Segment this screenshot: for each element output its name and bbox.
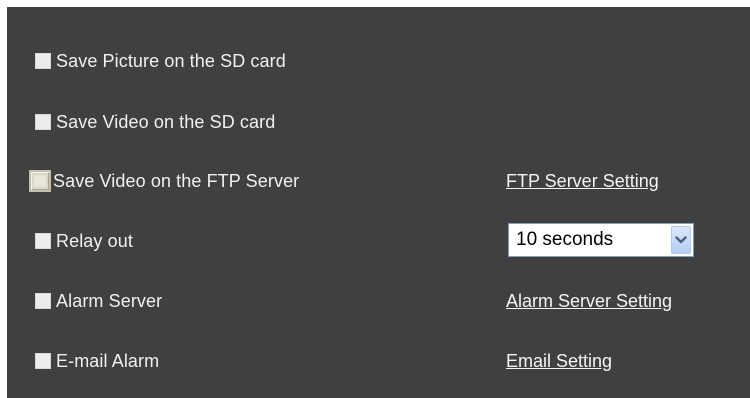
chevron-down-icon bbox=[675, 236, 687, 244]
email-alarm-option[interactable]: E-mail Alarm bbox=[35, 341, 159, 381]
option-row-email-alarm: E-mail Alarm Email Setting bbox=[7, 341, 750, 381]
save-picture-sd-option[interactable]: Save Picture on the SD card bbox=[35, 41, 286, 81]
alarm-server-setting-link[interactable]: Alarm Server Setting bbox=[506, 281, 672, 321]
relay-duration-select[interactable]: 10 seconds bbox=[508, 223, 694, 257]
save-video-sd-checkbox[interactable] bbox=[35, 114, 51, 130]
alarm-server-label: Alarm Server bbox=[56, 290, 163, 311]
save-video-ftp-checkbox[interactable] bbox=[29, 170, 51, 192]
save-video-sd-label: Save Video on the SD card bbox=[56, 111, 276, 132]
relay-out-checkbox[interactable] bbox=[35, 233, 51, 249]
email-setting-link[interactable]: Email Setting bbox=[506, 341, 612, 381]
relay-out-option[interactable]: Relay out bbox=[35, 221, 133, 261]
save-video-ftp-option[interactable]: Save Video on the FTP Server bbox=[29, 161, 300, 201]
email-alarm-checkbox[interactable] bbox=[35, 353, 51, 369]
email-alarm-label: E-mail Alarm bbox=[56, 350, 160, 371]
save-picture-sd-checkbox[interactable] bbox=[35, 53, 51, 69]
option-row-alarm-server: Alarm Server Alarm Server Setting bbox=[7, 281, 750, 321]
save-picture-sd-label: Save Picture on the SD card bbox=[56, 50, 286, 71]
option-row-save-picture-sd: Save Picture on the SD card bbox=[7, 41, 750, 81]
save-video-ftp-label: Save Video on the FTP Server bbox=[53, 170, 300, 191]
option-row-relay-out: Relay out 10 seconds bbox=[7, 221, 750, 261]
alarm-server-option[interactable]: Alarm Server bbox=[35, 281, 162, 321]
alarm-server-checkbox[interactable] bbox=[35, 293, 51, 309]
select-dropdown-button[interactable] bbox=[671, 226, 691, 254]
ftp-server-setting-link[interactable]: FTP Server Setting bbox=[506, 161, 659, 201]
option-row-save-video-ftp: Save Video on the FTP Server FTP Server … bbox=[7, 161, 750, 201]
alarm-action-panel: Save Picture on the SD card Save Video o… bbox=[7, 7, 750, 398]
relay-duration-value: 10 seconds bbox=[516, 229, 614, 250]
save-video-sd-option[interactable]: Save Video on the SD card bbox=[35, 102, 275, 142]
option-row-save-video-sd: Save Video on the SD card bbox=[7, 102, 750, 142]
relay-out-label: Relay out bbox=[56, 230, 133, 251]
